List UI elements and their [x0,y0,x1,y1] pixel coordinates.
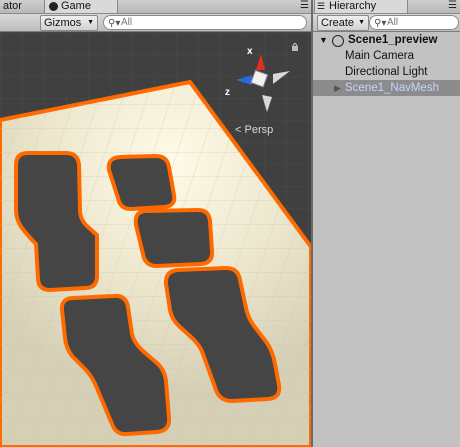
navmesh-hole [133,208,215,268]
scene-search-placeholder: All [121,17,133,28]
hierarchy-search-placeholder: All [387,17,399,28]
game-controller-icon [49,2,58,11]
scene-panel: ator Game ☰ Gizmos ▼ ⚲▾ All x z < Persp [0,0,311,447]
persp-label: Persp [244,124,274,136]
scene-search-input[interactable]: ⚲▾ All [103,15,307,30]
hierarchy-item-navmesh[interactable]: ▶ Scene1_NavMesh [313,80,460,96]
chevron-down-icon: ▼ [358,19,365,26]
hierarchy-list-icon: ☰ [317,1,326,11]
panel-menu-icon[interactable]: ☰ [300,0,309,11]
tab-animator[interactable]: ator [0,0,26,13]
hierarchy-toolbar: Create ▼ ⚲▾ All [313,14,460,32]
tab-hierarchy-label: Hierarchy [329,0,377,12]
tab-hierarchy[interactable]: ☰ Hierarchy [314,0,408,13]
gizmos-dropdown[interactable]: Gizmos ▼ [40,15,98,31]
create-label: Create [321,17,355,29]
gizmos-label: Gizmos [44,17,82,29]
z-axis-label: z [225,87,230,98]
scene-toolbar: Gizmos ▼ ⚲▾ All [0,14,311,32]
hierarchy-panel: ☰ Hierarchy ☰ Create ▼ ⚲▾ All ▼ Scene1_p… [313,0,460,447]
hierarchy-search-input[interactable]: ⚲▾ All [369,15,459,30]
hierarchy-item-label: Directional Light [345,66,428,78]
scene-tabbar: ator Game ☰ [0,0,311,14]
hierarchy-tabbar: ☰ Hierarchy ☰ [313,0,460,14]
tab-game[interactable]: Game [44,0,118,13]
persp-arrow-icon: < [235,124,242,136]
scene-viewport[interactable]: x z < Persp [0,32,311,447]
hierarchy-item-main-camera[interactable]: Main Camera [313,48,460,64]
scene-canvas[interactable]: x z [0,32,311,447]
expand-triangle-icon[interactable]: ▼ [319,32,328,48]
hierarchy-item-label: Main Camera [345,50,415,62]
search-icon: ⚲▾ [108,18,121,29]
search-icon: ⚲▾ [374,18,387,29]
lock-icon[interactable] [292,46,298,51]
chevron-down-icon: ▼ [87,19,94,26]
tab-game-label: Game [61,0,91,12]
create-dropdown[interactable]: Create ▼ [317,15,369,31]
panel-menu-icon[interactable]: ☰ [448,0,457,11]
scene-name: Scene1_preview [348,34,438,46]
unity-scene-icon [332,35,344,47]
expand-triangle-icon[interactable]: ▶ [334,80,341,96]
hierarchy-item-directional-light[interactable]: Directional Light [313,64,460,80]
navmesh-hole [106,154,177,211]
persp-toggle[interactable]: < Persp [235,124,273,136]
scene-row[interactable]: ▼ Scene1_preview [313,32,460,48]
hierarchy-item-label: Scene1_NavMesh [345,82,439,94]
x-axis-label: x [247,46,253,57]
